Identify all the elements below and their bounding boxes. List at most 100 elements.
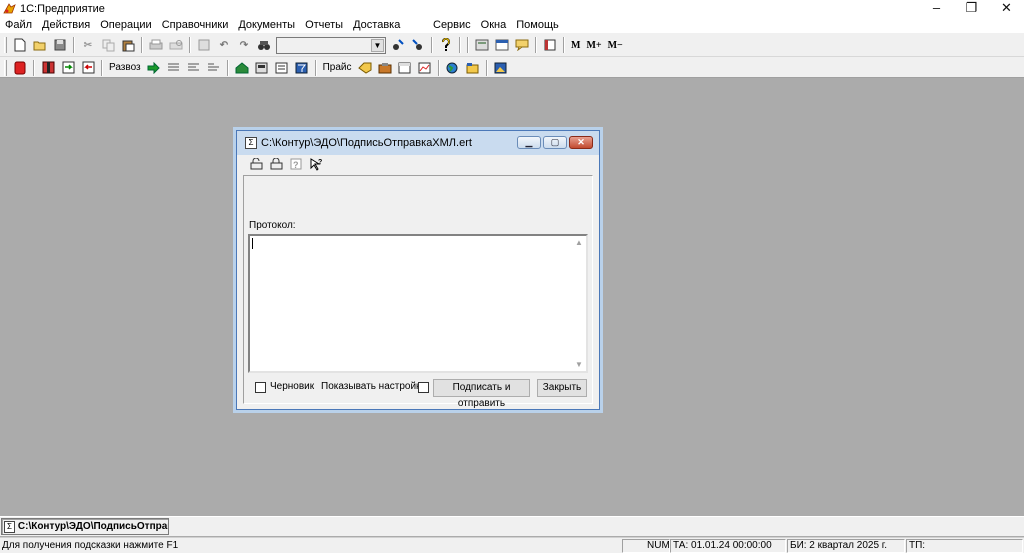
print-icon[interactable]	[148, 37, 164, 53]
pointer-help-icon[interactable]: ?	[309, 157, 323, 171]
window-bar: Σ C:\Контур\ЭДО\ПодписьОтправк...	[0, 516, 1024, 536]
image-report-icon[interactable]	[493, 60, 509, 76]
dialog-close-button[interactable]: ✕	[569, 136, 593, 149]
book-icon[interactable]	[542, 37, 558, 53]
calculator-icon[interactable]	[474, 37, 490, 53]
chat-icon[interactable]	[514, 37, 530, 53]
memory-m-button[interactable]: M	[568, 40, 583, 51]
dialog-title-bar[interactable]: Σ C:\Контур\ЭДО\ПодписьОтправкаXMЛ.ert ▁…	[237, 131, 599, 155]
filter-icon[interactable]	[294, 60, 310, 76]
memory-m-plus-button[interactable]: M+	[583, 40, 604, 51]
properties-icon[interactable]	[196, 37, 212, 53]
protocol-label: Протокол:	[249, 220, 296, 231]
open-folder-icon[interactable]	[32, 37, 48, 53]
toolbar-separator	[189, 37, 191, 53]
toolbar-separator	[141, 37, 143, 53]
search-combo[interactable]: ▼	[276, 36, 386, 54]
export-icon[interactable]	[80, 60, 96, 76]
maximize-button[interactable]: ❐	[954, 0, 989, 17]
rus-report-icon[interactable]	[206, 60, 222, 76]
toolbar-grip[interactable]	[4, 37, 7, 53]
menu-windows[interactable]: Окна	[476, 17, 512, 33]
window-tab-label: C:\Контур\ЭДО\ПодписьОтправк...	[17, 521, 168, 532]
menu-operations[interactable]: Операции	[95, 17, 156, 33]
folder-star-icon[interactable]	[465, 60, 481, 76]
dialog-maximize-button[interactable]: ▢	[543, 136, 567, 149]
dialog-title: C:\Контур\ЭДО\ПодписьОтправкаXMЛ.ert	[261, 137, 472, 149]
help-question-icon[interactable]: ?	[289, 157, 303, 171]
toolbar-separator	[314, 59, 317, 76]
sign-and-send-button[interactable]: Подписать и отправить	[433, 379, 530, 409]
chart-report-icon[interactable]	[417, 60, 433, 76]
toolbar-grip[interactable]	[4, 59, 7, 76]
find-previous-icon[interactable]	[410, 37, 426, 53]
toolbar-separator	[467, 37, 469, 53]
cert-open-icon[interactable]	[249, 157, 263, 171]
goods-icon[interactable]	[377, 60, 393, 76]
save-icon[interactable]	[52, 37, 68, 53]
chevron-down-icon[interactable]: ▼	[371, 38, 384, 52]
dialog-minimize-button[interactable]: ▁	[517, 136, 541, 149]
text-report-icon[interactable]	[186, 60, 202, 76]
menu-reports[interactable]: Отчеты	[300, 17, 348, 33]
toolbar-separator	[459, 37, 461, 53]
memory-m-minus-button[interactable]: M−	[605, 40, 626, 51]
invoice-icon[interactable]	[397, 60, 413, 76]
scroll-down-icon[interactable]: ▼	[575, 360, 583, 369]
import-icon[interactable]	[60, 60, 76, 76]
calendar-icon[interactable]	[494, 37, 510, 53]
print-preview-icon[interactable]	[168, 37, 184, 53]
new-document-icon[interactable]	[12, 37, 28, 53]
journal-icon[interactable]	[274, 60, 290, 76]
cert-lock-icon[interactable]	[269, 157, 283, 171]
toolbar-separator	[535, 37, 537, 53]
help-icon[interactable]	[438, 37, 454, 53]
razvoz-button[interactable]: Развоз	[106, 62, 144, 73]
close-dialog-button[interactable]: Закрыть	[537, 379, 587, 397]
undo-icon[interactable]: ↶	[216, 37, 232, 53]
scroll-up-icon[interactable]: ▲	[575, 238, 583, 247]
toolbar-separator	[226, 59, 229, 76]
signature-dialog: Σ C:\Контур\ЭДО\ПодписьОтправкаXMЛ.ert ▁…	[236, 130, 600, 410]
menu-actions[interactable]: Действия	[37, 17, 95, 33]
text-caret	[252, 238, 253, 249]
status-tp: ТП:	[906, 539, 1023, 553]
toolbar-separator	[33, 59, 35, 76]
toolbar-separator	[73, 37, 75, 53]
toolbar-separator	[437, 59, 440, 76]
minimize-button[interactable]: –	[919, 0, 954, 17]
menu-delivery[interactable]: Доставка	[348, 17, 405, 33]
redo-icon[interactable]: ↷	[236, 37, 252, 53]
price-tag-icon[interactable]	[357, 60, 373, 76]
copy-icon[interactable]	[100, 37, 116, 53]
globe-icon[interactable]	[445, 60, 461, 76]
draft-checkbox[interactable]	[255, 382, 266, 393]
find-binoculars-icon[interactable]	[256, 37, 272, 53]
find-next-icon[interactable]	[390, 37, 406, 53]
red-document-icon[interactable]	[12, 60, 28, 76]
menu-documents[interactable]: Документы	[233, 17, 300, 33]
menu-help[interactable]: Помощь	[511, 17, 564, 33]
paste-icon[interactable]	[120, 37, 136, 53]
register-icon[interactable]	[254, 60, 270, 76]
price-button[interactable]: Прайс	[320, 62, 355, 73]
menu-bar: Файл Действия Операции Справочники Докум…	[0, 17, 1024, 33]
ledger-icon[interactable]	[40, 60, 56, 76]
warehouse-icon[interactable]	[234, 60, 250, 76]
app-logo-icon	[3, 3, 16, 14]
custom-toolbar: Развоз Прайс	[0, 56, 1024, 78]
protocol-scrollbar[interactable]: ▲ ▼	[573, 236, 586, 371]
status-ta: ТА: 01.01.24 00:00:00	[670, 539, 786, 553]
dialog-toolbar: ? ?	[247, 157, 325, 173]
menu-references[interactable]: Справочники	[157, 17, 234, 33]
menu-service[interactable]: Сервис	[428, 17, 476, 33]
show-settings-checkbox[interactable]	[418, 382, 429, 393]
window-tab[interactable]: Σ C:\Контур\ЭДО\ПодписьОтправк...	[1, 518, 169, 535]
cut-icon[interactable]: ✂	[80, 37, 96, 53]
close-button[interactable]: ✕	[989, 0, 1024, 17]
document-list-icon[interactable]	[166, 60, 182, 76]
menu-file[interactable]: Файл	[0, 17, 37, 33]
protocol-textarea[interactable]: ▲ ▼	[248, 234, 588, 373]
green-arrow-icon[interactable]	[146, 60, 162, 76]
svg-text:?: ?	[293, 160, 299, 170]
